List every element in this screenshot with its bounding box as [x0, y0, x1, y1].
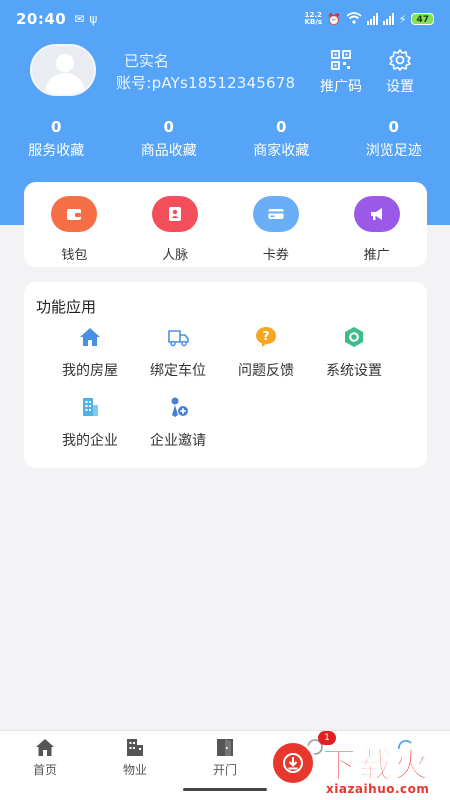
svg-text:?: ? [263, 329, 270, 343]
home-indicator [183, 788, 267, 791]
qr-code-icon [331, 50, 351, 70]
stat-service-favorites[interactable]: 0 服务收藏 [0, 116, 113, 160]
system-settings-button[interactable]: 系统设置 [309, 326, 399, 380]
avatar[interactable] [30, 44, 96, 96]
battery-icon: 47 [411, 13, 434, 25]
mail-icon: ✉ [74, 12, 85, 26]
contacts-icon [152, 196, 199, 232]
stats-row: 0 服务收藏 0 商品收藏 0 商家收藏 0 浏览足迹 [0, 116, 450, 160]
verification-status: 已实名 [124, 52, 170, 70]
watermark-brand: 下载火 [322, 746, 430, 787]
property-icon [127, 739, 143, 756]
stat-browsing-history[interactable]: 0 浏览足迹 [338, 116, 450, 160]
question-icon: ? [256, 327, 276, 347]
functions-title: 功能应用 [36, 298, 97, 316]
status-bar: 20:40 ✉ ψ 12.2 KB/s ⏰ ⚡ 47 [0, 0, 450, 38]
download-icon [270, 740, 316, 786]
promotion-button[interactable]: 推广 [326, 182, 427, 267]
stat-product-favorites[interactable]: 0 商品收藏 [113, 116, 226, 160]
wallet-card: 钱包 人脉 卡券 推广 [24, 182, 427, 267]
enterprise-invite-button[interactable]: 企业邀请 [133, 396, 223, 450]
settings-hex-icon [345, 327, 363, 347]
feedback-button[interactable]: ? 问题反馈 [221, 326, 311, 380]
card-icon [252, 196, 299, 232]
building-icon [83, 398, 98, 416]
coupons-button[interactable]: 卡券 [226, 182, 327, 267]
my-house-button[interactable]: 我的房屋 [45, 326, 135, 380]
net-speed: 12.2 KB/s [304, 11, 323, 26]
account-number: 账号:pAYs18512345678 [116, 74, 296, 92]
tab-home[interactable]: 首页 [0, 731, 90, 800]
alarm-icon: ⏰ [327, 12, 341, 26]
wifi-icon [346, 11, 362, 27]
stat-merchant-favorites[interactable]: 0 商家收藏 [225, 116, 338, 160]
settings-button[interactable]: 设置 [386, 48, 414, 96]
signal-icon [382, 13, 394, 25]
house-icon [80, 328, 100, 346]
home-icon [36, 739, 54, 756]
gear-icon [389, 49, 411, 71]
functions-card: 功能应用 我的房屋 绑定车位 ? 问题反馈 系统设置 我的企业 企业邀请 [24, 282, 427, 468]
bind-parking-button[interactable]: 绑定车位 [133, 326, 223, 380]
signal-icon [366, 13, 378, 25]
wallet-button[interactable]: 钱包 [24, 182, 125, 267]
tab-property[interactable]: 物业 [90, 731, 180, 800]
invite-icon [171, 397, 188, 417]
wallet-icon [51, 196, 98, 232]
usb-icon: ψ [89, 12, 98, 26]
contacts-button[interactable]: 人脉 [125, 182, 226, 267]
megaphone-icon [353, 196, 400, 232]
promo-code-button[interactable]: 推广码 [320, 48, 362, 96]
charging-icon: ⚡ [398, 12, 407, 26]
watermark: 下载火 xiazaihuo.com [262, 738, 450, 800]
watermark-domain: xiazaihuo.com [326, 782, 430, 796]
my-enterprise-button[interactable]: 我的企业 [45, 396, 135, 450]
door-icon [217, 739, 233, 756]
truck-icon [168, 330, 189, 347]
status-time: 20:40 [16, 10, 67, 28]
